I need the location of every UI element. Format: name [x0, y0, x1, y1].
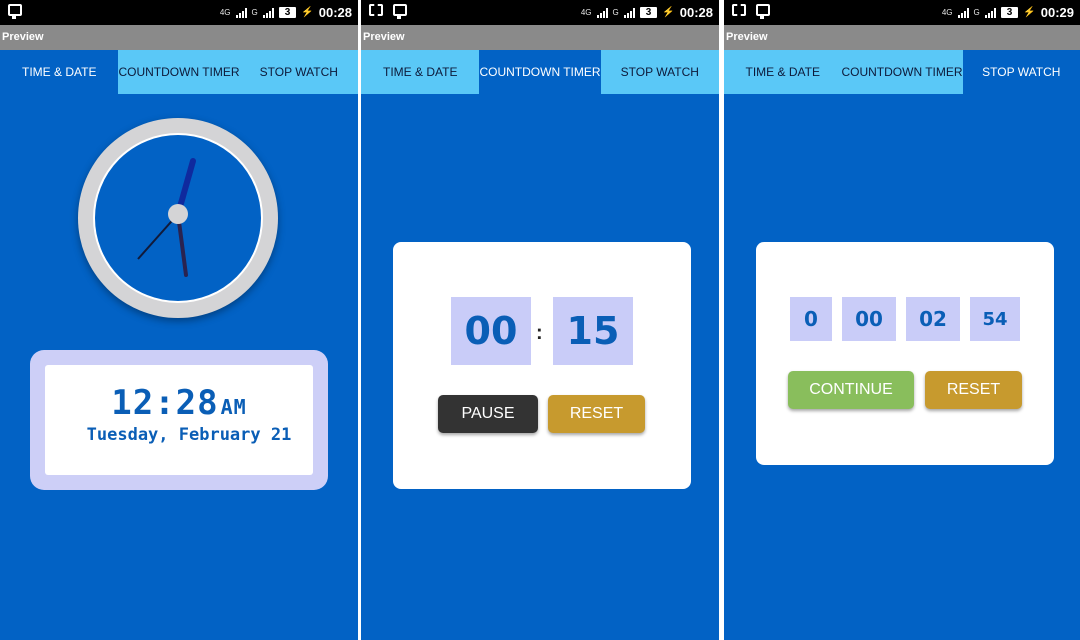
network-type: 4G	[219, 8, 231, 17]
signal-label: G	[973, 8, 980, 17]
signal-label: G	[612, 8, 619, 17]
signal-icon	[984, 7, 996, 18]
status-bar: 4G G 3 ⚡ 00:29	[724, 0, 1080, 25]
stopwatch-card: 0 00 02 54 CONTINUE RESET	[756, 242, 1054, 465]
charging-icon: ⚡	[662, 7, 675, 18]
signal-icon	[596, 7, 608, 18]
signal-icon	[623, 7, 635, 18]
ampm-label: AM	[220, 395, 247, 419]
preview-bar: Preview	[361, 25, 719, 50]
tab-stop-watch[interactable]: STOP WATCH	[240, 50, 358, 94]
tab-stop-watch[interactable]: STOP WATCH	[962, 50, 1080, 94]
battery-icon: 3	[639, 7, 658, 18]
tab-time-date[interactable]: TIME & DATE	[724, 50, 841, 94]
signal-label: G	[251, 8, 258, 17]
tab-bar: TIME & DATE COUNTDOWN TIMER STOP WATCH	[0, 50, 358, 94]
tab-time-date[interactable]: TIME & DATE	[361, 50, 479, 94]
clock-center	[168, 204, 188, 224]
stopwatch-hours: 0	[790, 297, 832, 341]
status-bar: 4G G 3 ⚡ 00:28	[0, 0, 358, 25]
tab-bar: TIME & DATE COUNTDOWN TIMER STOP WATCH	[724, 50, 1080, 94]
phone-screen-stopwatch: 4G G 3 ⚡ 00:29 Preview TIME & DATE COUNT…	[724, 0, 1080, 640]
clock-face	[93, 133, 263, 303]
screenshot-icon	[369, 4, 383, 16]
countdown-seconds: 15	[553, 297, 633, 365]
reset-button[interactable]: RESET	[925, 371, 1022, 409]
tab-countdown-timer[interactable]: COUNTDOWN TIMER	[479, 50, 601, 94]
tab-countdown-timer[interactable]: COUNTDOWN TIMER	[118, 50, 239, 94]
charging-icon: ⚡	[301, 7, 314, 18]
chat-icon	[8, 4, 22, 19]
date-panel: 12:28 AM Tuesday, February 21	[45, 365, 313, 475]
charging-icon: ⚡	[1023, 7, 1036, 18]
preview-bar: Preview	[724, 25, 1080, 50]
countdown-card: 00 : 15 PAUSE RESET	[393, 242, 691, 489]
tab-bar: TIME & DATE COUNTDOWN TIMER STOP WATCH	[361, 50, 719, 94]
date-text: Tuesday, February 21	[86, 425, 292, 445]
status-time: 00:28	[318, 5, 352, 20]
chat-icon	[756, 4, 770, 19]
status-time: 00:28	[679, 5, 713, 20]
tab-stop-watch[interactable]: STOP WATCH	[601, 50, 719, 94]
signal-icon	[235, 7, 247, 18]
phone-screen-time-date: 4G G 3 ⚡ 00:28 Preview TIME & DATE COUNT…	[0, 0, 358, 640]
screenshot-icon	[732, 4, 746, 16]
preview-bar: Preview	[0, 25, 358, 50]
stopwatch-minutes: 00	[842, 297, 896, 341]
countdown-separator: :	[536, 322, 543, 344]
battery-icon: 3	[1000, 7, 1019, 18]
stopwatch-millis: 54	[970, 297, 1020, 341]
digital-time: 12:28 AM	[45, 383, 313, 423]
signal-icon	[262, 7, 274, 18]
tab-countdown-timer[interactable]: COUNTDOWN TIMER	[841, 50, 962, 94]
tab-time-date[interactable]: TIME & DATE	[0, 50, 119, 94]
status-bar: 4G G 3 ⚡ 00:28	[361, 0, 719, 25]
chat-icon	[393, 4, 407, 19]
analog-clock	[78, 118, 278, 318]
phone-screen-countdown: 4G G 3 ⚡ 00:28 Preview TIME & DATE COUNT…	[361, 0, 719, 640]
countdown-minutes: 00	[451, 297, 531, 365]
time-value: 12:28	[111, 383, 219, 423]
reset-button[interactable]: RESET	[548, 395, 645, 433]
pause-button[interactable]: PAUSE	[438, 395, 538, 433]
stopwatch-seconds: 02	[906, 297, 960, 341]
battery-icon: 3	[278, 7, 297, 18]
network-type: 4G	[580, 8, 592, 17]
status-time: 00:29	[1040, 5, 1074, 20]
date-card: 12:28 AM Tuesday, February 21	[30, 350, 328, 490]
network-type: 4G	[941, 8, 953, 17]
continue-button[interactable]: CONTINUE	[788, 371, 914, 409]
signal-icon	[957, 7, 969, 18]
